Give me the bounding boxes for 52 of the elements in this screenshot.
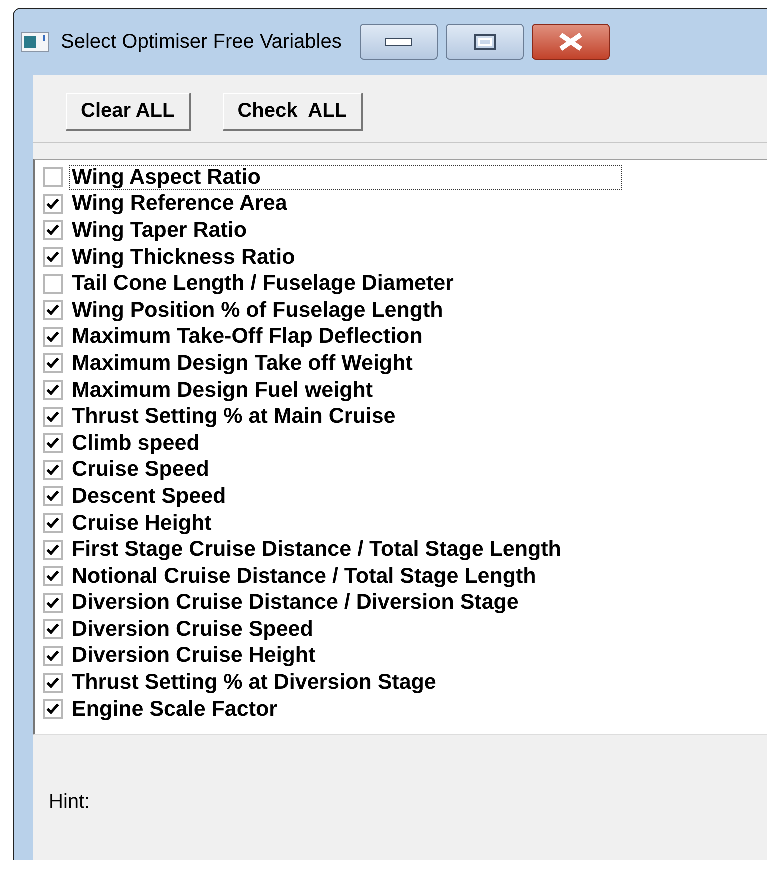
checkbox[interactable] bbox=[43, 380, 63, 400]
window-title: Select Optimiser Free Variables bbox=[61, 30, 342, 54]
hint-label: Hint: bbox=[49, 791, 90, 814]
checkbox-label[interactable]: Thrust Setting % at Main Cruise bbox=[69, 404, 399, 430]
checkbox[interactable] bbox=[43, 699, 63, 720]
checkbox-label[interactable]: Wing Reference Area bbox=[69, 191, 290, 216]
checkbox[interactable] bbox=[43, 592, 63, 613]
checkbox[interactable] bbox=[43, 672, 63, 693]
checkbox-label[interactable]: Descent Speed bbox=[69, 484, 230, 509]
maximize-button[interactable] bbox=[446, 24, 524, 60]
checkbox[interactable] bbox=[43, 433, 63, 454]
checkbox-label[interactable]: Climb speed bbox=[69, 430, 203, 456]
checkbox-label[interactable]: Thrust Setting % at Diversion Stage bbox=[69, 670, 440, 696]
checkbox[interactable] bbox=[43, 167, 63, 188]
checkbox[interactable] bbox=[43, 353, 63, 374]
checkbox-label[interactable]: Wing Taper Ratio bbox=[69, 218, 250, 243]
checkbox[interactable] bbox=[43, 513, 63, 534]
checkbox-label[interactable]: Maximum Design Take off Weight bbox=[69, 350, 416, 376]
checkbox[interactable] bbox=[43, 566, 63, 586]
checkbox[interactable] bbox=[43, 194, 63, 214]
checkbox[interactable] bbox=[43, 274, 63, 294]
checkbox-label[interactable]: Cruise Height bbox=[69, 510, 215, 536]
checkbox-label[interactable]: Diversion Cruise Distance / Diversion Stage bbox=[69, 590, 522, 616]
checkbox-label[interactable]: Diversion Cruise Speed bbox=[69, 616, 316, 642]
checkbox-label[interactable]: Wing Position % of Fuselage Length bbox=[69, 298, 446, 323]
checkbox-label[interactable]: Maximum Take-Off Flap Deflection bbox=[69, 324, 426, 350]
close-button[interactable] bbox=[532, 24, 610, 60]
checkbox[interactable] bbox=[43, 540, 63, 560]
checkbox-label[interactable]: Wing Thickness Ratio bbox=[69, 244, 298, 270]
app-icon bbox=[21, 32, 49, 52]
checkbox[interactable] bbox=[43, 406, 63, 427]
checkbox-label[interactable]: Cruise Speed bbox=[69, 457, 212, 482]
checkbox[interactable] bbox=[43, 646, 63, 666]
checkbox[interactable] bbox=[43, 220, 63, 240]
checkbox[interactable] bbox=[43, 247, 63, 268]
maximize-icon bbox=[472, 33, 497, 51]
checkbox[interactable] bbox=[43, 486, 63, 506]
checkbox[interactable] bbox=[43, 326, 63, 347]
checkbox-label[interactable]: Engine Scale Factor bbox=[69, 696, 281, 722]
checkbox-label[interactable]: Diversion Cruise Height bbox=[69, 643, 319, 668]
checkbox[interactable] bbox=[43, 460, 63, 480]
checkbox-label[interactable]: Tail Cone Length / Fuselage Diameter bbox=[69, 271, 457, 296]
checkbox-label[interactable]: First Stage Cruise Distance / Total Stage Length bbox=[69, 537, 564, 562]
checkbox-label[interactable]: Maximum Design Fuel weight bbox=[69, 378, 376, 403]
checkbox-label[interactable]: Wing Aspect Ratio bbox=[69, 164, 622, 190]
checkbox[interactable] bbox=[43, 619, 63, 640]
checkbox-label[interactable]: Notional Cruise Distance / Total Stage Length bbox=[69, 564, 540, 589]
minimize-icon bbox=[384, 37, 413, 47]
toolbar-button[interactable]: Clear ALL bbox=[66, 93, 191, 131]
toolbar-button[interactable]: Check ALL bbox=[222, 93, 364, 131]
checkbox[interactable] bbox=[43, 300, 63, 320]
minimize-button[interactable] bbox=[360, 24, 438, 60]
